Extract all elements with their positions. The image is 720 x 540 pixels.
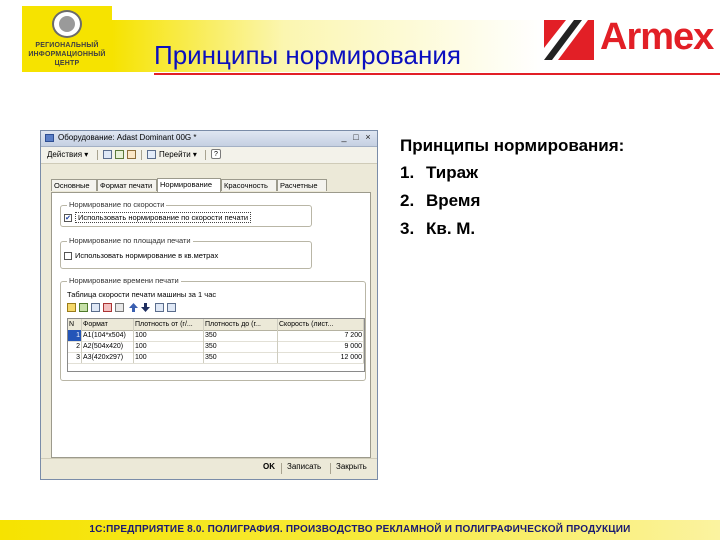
cell-n[interactable]: 1 (68, 330, 82, 341)
cell-format[interactable]: A2(504x420) (82, 341, 134, 352)
list-item: 1. Тираж (400, 163, 478, 183)
list-item-number: 1. (400, 163, 415, 182)
tab-basic[interactable]: Основные (51, 179, 97, 191)
time-group: Нормирование времени печати Таблица скор… (60, 276, 366, 381)
tab-rationing[interactable]: Нормирование (157, 178, 221, 192)
area-checkbox-row[interactable]: Использовать нормирование в кв.метрах (64, 250, 218, 261)
help-icon[interactable]: ? (211, 149, 221, 159)
minimize-button[interactable]: _ (339, 132, 349, 142)
cell-speed[interactable]: 7 200 (278, 330, 364, 341)
logo-line-1: РЕГИОНАЛЬНЫЙ (35, 42, 99, 49)
speed-group-title: Нормирование по скорости (67, 200, 167, 209)
armex-logo-icon (544, 20, 594, 60)
refresh-icon[interactable] (115, 150, 124, 159)
ok-button[interactable]: OK (263, 462, 275, 471)
speed-checkbox-label: Использовать нормирование по скорости пе… (75, 212, 252, 223)
cell-density-from[interactable]: 100 (134, 330, 204, 341)
area-checkbox[interactable] (64, 251, 72, 260)
sort-asc-icon[interactable] (155, 303, 164, 312)
cell-format[interactable]: A3(420x297) (82, 352, 134, 363)
bottom-banner: 1С:ПРЕДПРИЯТИЕ 8.0. ПОЛИГРАФИЯ. ПРОИЗВОД… (0, 520, 720, 540)
window-toolbar: Действия ▾ Перейти ▾ ? (41, 147, 377, 164)
speed-checkbox-row[interactable]: ✔ Использовать нормирование по скорости … (64, 212, 252, 223)
col-header-density-to[interactable]: Плотность до (г... (204, 319, 278, 330)
list-item-text: Кв. М. (426, 219, 476, 238)
grid-toolbar (67, 302, 267, 314)
cell-density-to[interactable]: 350 (204, 341, 278, 352)
cell-density-from[interactable]: 100 (134, 352, 204, 363)
add-row-icon[interactable] (67, 303, 76, 312)
logo-line-3: ЦЕНТР (54, 60, 80, 67)
area-checkbox-label: Использовать нормирование в кв.метрах (75, 251, 219, 260)
edit-row-icon[interactable] (91, 303, 100, 312)
list-item: 3. Кв. М. (400, 219, 475, 239)
list-item: 2. Время (400, 191, 480, 211)
window-footer: OK Записать Закрыть (41, 458, 377, 479)
window-title: Оборудование: Adast Dominant 00G * (58, 133, 197, 142)
rationing-panel: Нормирование по скорости ✔ Использовать … (51, 192, 371, 458)
cell-speed[interactable]: 12 000 (278, 352, 364, 363)
tab-calculated[interactable]: Расчетные (277, 179, 327, 191)
area-group: Нормирование по площади печати Использов… (60, 236, 312, 269)
ric-emblem-icon (52, 10, 82, 38)
tab-print-format[interactable]: Формат печати (97, 179, 157, 191)
toolbar-separator (141, 150, 142, 160)
footer-separator (281, 463, 282, 474)
window-titlebar[interactable]: Оборудование: Adast Dominant 00G * _ □ × (41, 131, 377, 147)
move-up-icon[interactable] (129, 303, 138, 312)
cell-n[interactable]: 2 (68, 341, 82, 352)
col-header-n[interactable]: N (68, 319, 82, 330)
table-row[interactable]: 3 A3(420x297) 100 350 12 000 (68, 352, 364, 364)
cell-density-from[interactable]: 100 (134, 341, 204, 352)
copy-row-icon[interactable] (79, 303, 88, 312)
speed-checkbox[interactable]: ✔ (64, 213, 72, 222)
cell-n[interactable]: 3 (68, 352, 82, 363)
close-window-button[interactable]: × (363, 132, 373, 142)
armex-brand: Armex (600, 16, 714, 58)
time-group-title: Нормирование времени печати (67, 276, 181, 285)
save-icon[interactable] (103, 150, 112, 159)
bottom-banner-text: 1С:ПРЕДПРИЯТИЕ 8.0. ПОЛИГРАФИЯ. ПРОИЗВОД… (89, 524, 631, 535)
list-item-text: Время (426, 191, 481, 210)
window-app-icon (45, 134, 54, 142)
goto-menu[interactable]: Перейти ▾ (159, 150, 197, 159)
toolbar-separator (97, 150, 98, 160)
area-group-title: Нормирование по площади печати (67, 236, 193, 245)
equipment-window: Оборудование: Adast Dominant 00G * _ □ ×… (40, 130, 378, 480)
list-item-number: 2. (400, 191, 415, 210)
close-button[interactable]: Закрыть (336, 462, 367, 471)
col-header-density-from[interactable]: Плотность от (г/... (134, 319, 204, 330)
sort-desc-icon[interactable] (167, 303, 176, 312)
end-edit-icon[interactable] (115, 303, 124, 312)
page-title: Принципы нормирования (154, 40, 461, 70)
speed-table: N Формат Плотность от (г/... Плотность д… (67, 318, 365, 372)
list-item-text: Тираж (426, 163, 479, 182)
speed-group: Нормирование по скорости ✔ Использовать … (60, 200, 312, 227)
principles-heading: Принципы нормирования: (400, 136, 625, 155)
goto-icon[interactable] (147, 150, 156, 159)
logo-line-2: ИНФОРМАЦИОННЫЙ (28, 51, 106, 58)
header: РЕГИОНАЛЬНЫЙ ИНФОРМАЦИОННЫЙ ЦЕНТР Принци… (0, 0, 720, 78)
footer-separator (330, 463, 331, 474)
cell-density-to[interactable]: 350 (204, 330, 278, 341)
maximize-button[interactable]: □ (351, 132, 361, 142)
save-button[interactable]: Записать (287, 462, 321, 471)
move-down-icon[interactable] (141, 303, 150, 312)
header-divider (154, 73, 720, 75)
copy-icon[interactable] (127, 150, 136, 159)
tab-strip: Основные Формат печати Нормирование Крас… (51, 178, 371, 192)
cell-density-to[interactable]: 350 (204, 352, 278, 363)
cell-speed[interactable]: 9 000 (278, 341, 364, 352)
toolbar-separator (205, 150, 206, 160)
col-header-speed[interactable]: Скорость (лист... (278, 319, 364, 330)
speed-table-label: Таблица скорости печати машины за 1 час (67, 290, 217, 299)
actions-menu[interactable]: Действия ▾ (47, 150, 88, 159)
tab-colors[interactable]: Красочность (221, 179, 277, 191)
ric-logo: РЕГИОНАЛЬНЫЙ ИНФОРМАЦИОННЫЙ ЦЕНТР (22, 6, 112, 72)
col-header-format[interactable]: Формат (82, 319, 134, 330)
cell-format[interactable]: A1(104*x504) (82, 330, 134, 341)
list-item-number: 3. (400, 219, 415, 238)
delete-row-icon[interactable] (103, 303, 112, 312)
